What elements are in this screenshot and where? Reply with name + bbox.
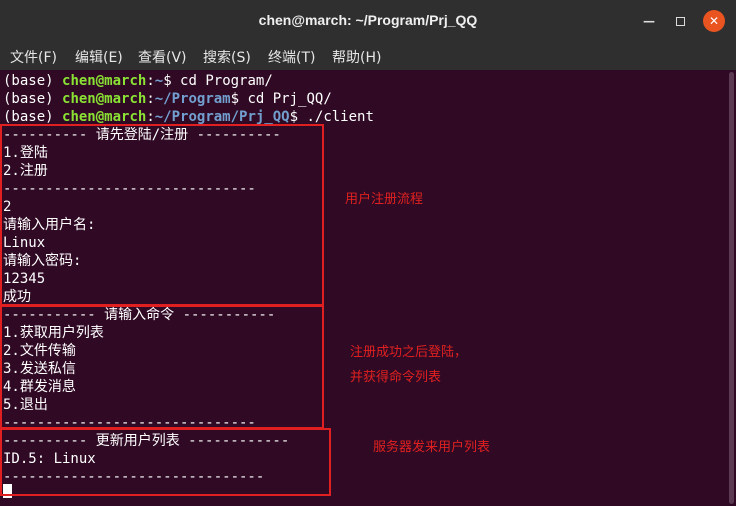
menu-help[interactable]: 帮助(H) — [332, 47, 381, 67]
user-list-highlight — [0, 428, 331, 496]
command-line: (base) chen@march:~/Program$ cd Prj_QQ/ — [3, 91, 332, 107]
minimize-icon[interactable]: — — [638, 10, 660, 32]
scrollbar-thumb[interactable] — [729, 72, 734, 504]
menu-bar: 文件(F) 编辑(E) 查看(V) 搜索(S) 终端(T) 帮助(H) — [0, 42, 736, 70]
scrollbar[interactable] — [727, 70, 736, 506]
annotation-register-flow: 用户注册流程 — [345, 192, 424, 207]
annotation-login-after-register: 注册成功之后登陆， — [350, 345, 468, 360]
menu-view[interactable]: 查看(V) — [138, 47, 187, 67]
annotation-command-list: 并获得命令列表 — [350, 370, 442, 385]
title-bar[interactable]: chen@march: ~/Program/Prj_QQ — ✕ — [0, 0, 736, 42]
close-icon[interactable]: ✕ — [703, 10, 725, 32]
command-line: (base) chen@march:~$ cd Program/ — [3, 73, 273, 89]
register-flow-highlight — [0, 124, 324, 306]
menu-edit[interactable]: 编辑(E) — [75, 47, 123, 67]
maximize-icon[interactable] — [669, 10, 691, 32]
command-list-highlight — [0, 305, 324, 429]
menu-file[interactable]: 文件(F) — [10, 47, 57, 67]
window-title: chen@march: ~/Program/Prj_QQ — [258, 12, 478, 28]
terminal-window: chen@march: ~/Program/Prj_QQ — ✕ 文件(F) 编… — [0, 0, 736, 506]
menu-search[interactable]: 搜索(S) — [203, 47, 251, 67]
menu-terminal[interactable]: 终端(T) — [268, 47, 315, 67]
annotation-server-user-list: 服务器发来用户列表 — [373, 440, 491, 455]
